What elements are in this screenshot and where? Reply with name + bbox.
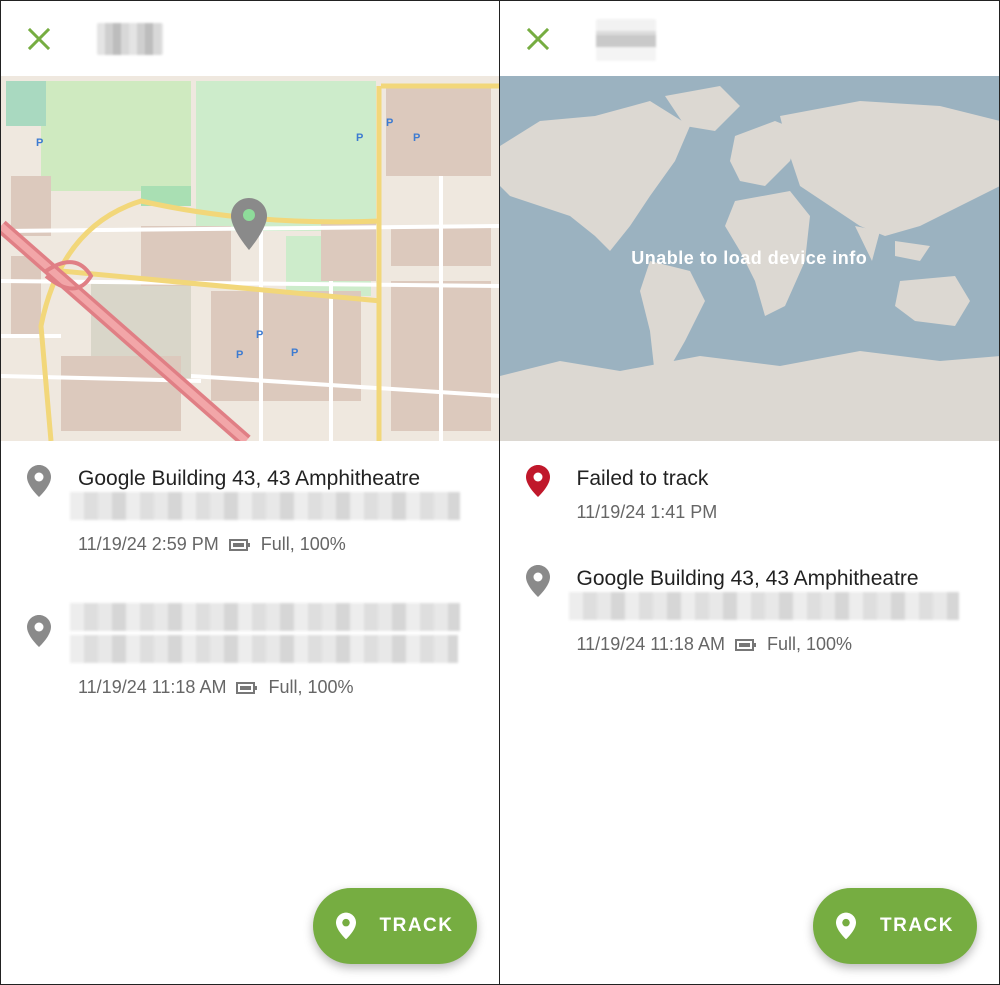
history-entry[interactable]: 11/19/24 11:18 AM Full, 100% — [1, 563, 499, 698]
location-pin-icon — [27, 465, 51, 497]
device-name-blurred — [595, 19, 656, 61]
address-blurred — [568, 592, 959, 620]
close-button[interactable] — [23, 23, 55, 55]
location-pin-error-icon — [525, 465, 550, 497]
track-button[interactable]: TRACK — [312, 888, 477, 964]
history-entry-failed[interactable]: Failed to track 11/19/24 1:41 PM — [500, 441, 1000, 523]
history-entry[interactable]: Google Building 43, 43 Amphitheatre 11/1… — [1, 441, 499, 555]
entry-time: 11/19/24 11:18 AM — [576, 634, 725, 654]
location-pin-icon — [836, 912, 856, 940]
svg-text:P: P — [386, 117, 393, 129]
battery-icon — [228, 538, 250, 551]
battery-level: Full, 100% — [766, 634, 852, 654]
svg-text:P: P — [36, 137, 43, 149]
location-history: Google Building 43, 43 Amphitheatre 11/1… — [1, 441, 499, 698]
svg-text:P: P — [291, 347, 298, 359]
svg-text:P: P — [236, 349, 243, 361]
address-blurred — [70, 635, 458, 663]
battery-level: Full, 100% — [260, 534, 346, 554]
track-button-label: TRACK — [379, 915, 454, 936]
entry-time: 11/19/24 2:59 PM — [78, 534, 219, 554]
street-map-graphic: P P P P P P P — [1, 76, 499, 441]
location-pin-icon — [27, 615, 51, 647]
entry-time: 11/19/24 11:18 AM — [78, 677, 227, 697]
address-blurred — [70, 603, 460, 631]
screens: P P P P P P P Google Building 43, 43 Amp… — [0, 0, 1000, 985]
entry-meta: 11/19/24 1:41 PM — [577, 502, 1000, 523]
close-icon — [27, 27, 51, 51]
street-map[interactable]: P P P P P P P — [1, 76, 499, 441]
address-blurred — [70, 492, 460, 520]
device-name-blurred — [97, 23, 163, 55]
close-icon — [526, 27, 549, 51]
app-bar — [499, 1, 999, 76]
svg-text:P: P — [413, 132, 420, 144]
location-pin-icon — [525, 565, 550, 597]
history-entry[interactable]: Google Building 43, 43 Amphitheatre 11/1… — [500, 541, 1000, 655]
entry-address: Google Building 43, 43 Amphitheatre — [576, 567, 919, 590]
app-bar — [1, 1, 499, 76]
world-map[interactable]: Unable to load device info — [499, 76, 999, 441]
battery-icon — [734, 638, 756, 651]
device-tracking-screen-error: Unable to load device info Failed to tra… — [499, 0, 1000, 985]
device-tracking-screen: P P P P P P P Google Building 43, 43 Amp… — [0, 0, 500, 985]
track-button-label: TRACK — [880, 915, 954, 936]
close-button[interactable] — [522, 23, 554, 55]
battery-icon — [236, 681, 258, 694]
entry-meta: 11/19/24 11:18 AM Full, 100% — [78, 677, 499, 698]
svg-text:P: P — [356, 132, 363, 144]
svg-text:P: P — [256, 329, 263, 341]
entry-meta: 11/19/24 2:59 PM Full, 100% — [78, 534, 499, 555]
track-button[interactable]: TRACK — [813, 888, 977, 964]
location-history: Failed to track 11/19/24 1:41 PM Google … — [500, 441, 1000, 655]
entry-time: 11/19/24 1:41 PM — [576, 502, 718, 522]
entry-status: Failed to track — [576, 467, 709, 490]
entry-meta: 11/19/24 11:18 AM Full, 100% — [577, 634, 1000, 655]
entry-address: Google Building 43, 43 Amphitheatre — [78, 467, 421, 490]
location-pin-icon — [335, 912, 356, 940]
map-error-message: Unable to load device info — [631, 248, 868, 268]
battery-level: Full, 100% — [268, 677, 354, 697]
